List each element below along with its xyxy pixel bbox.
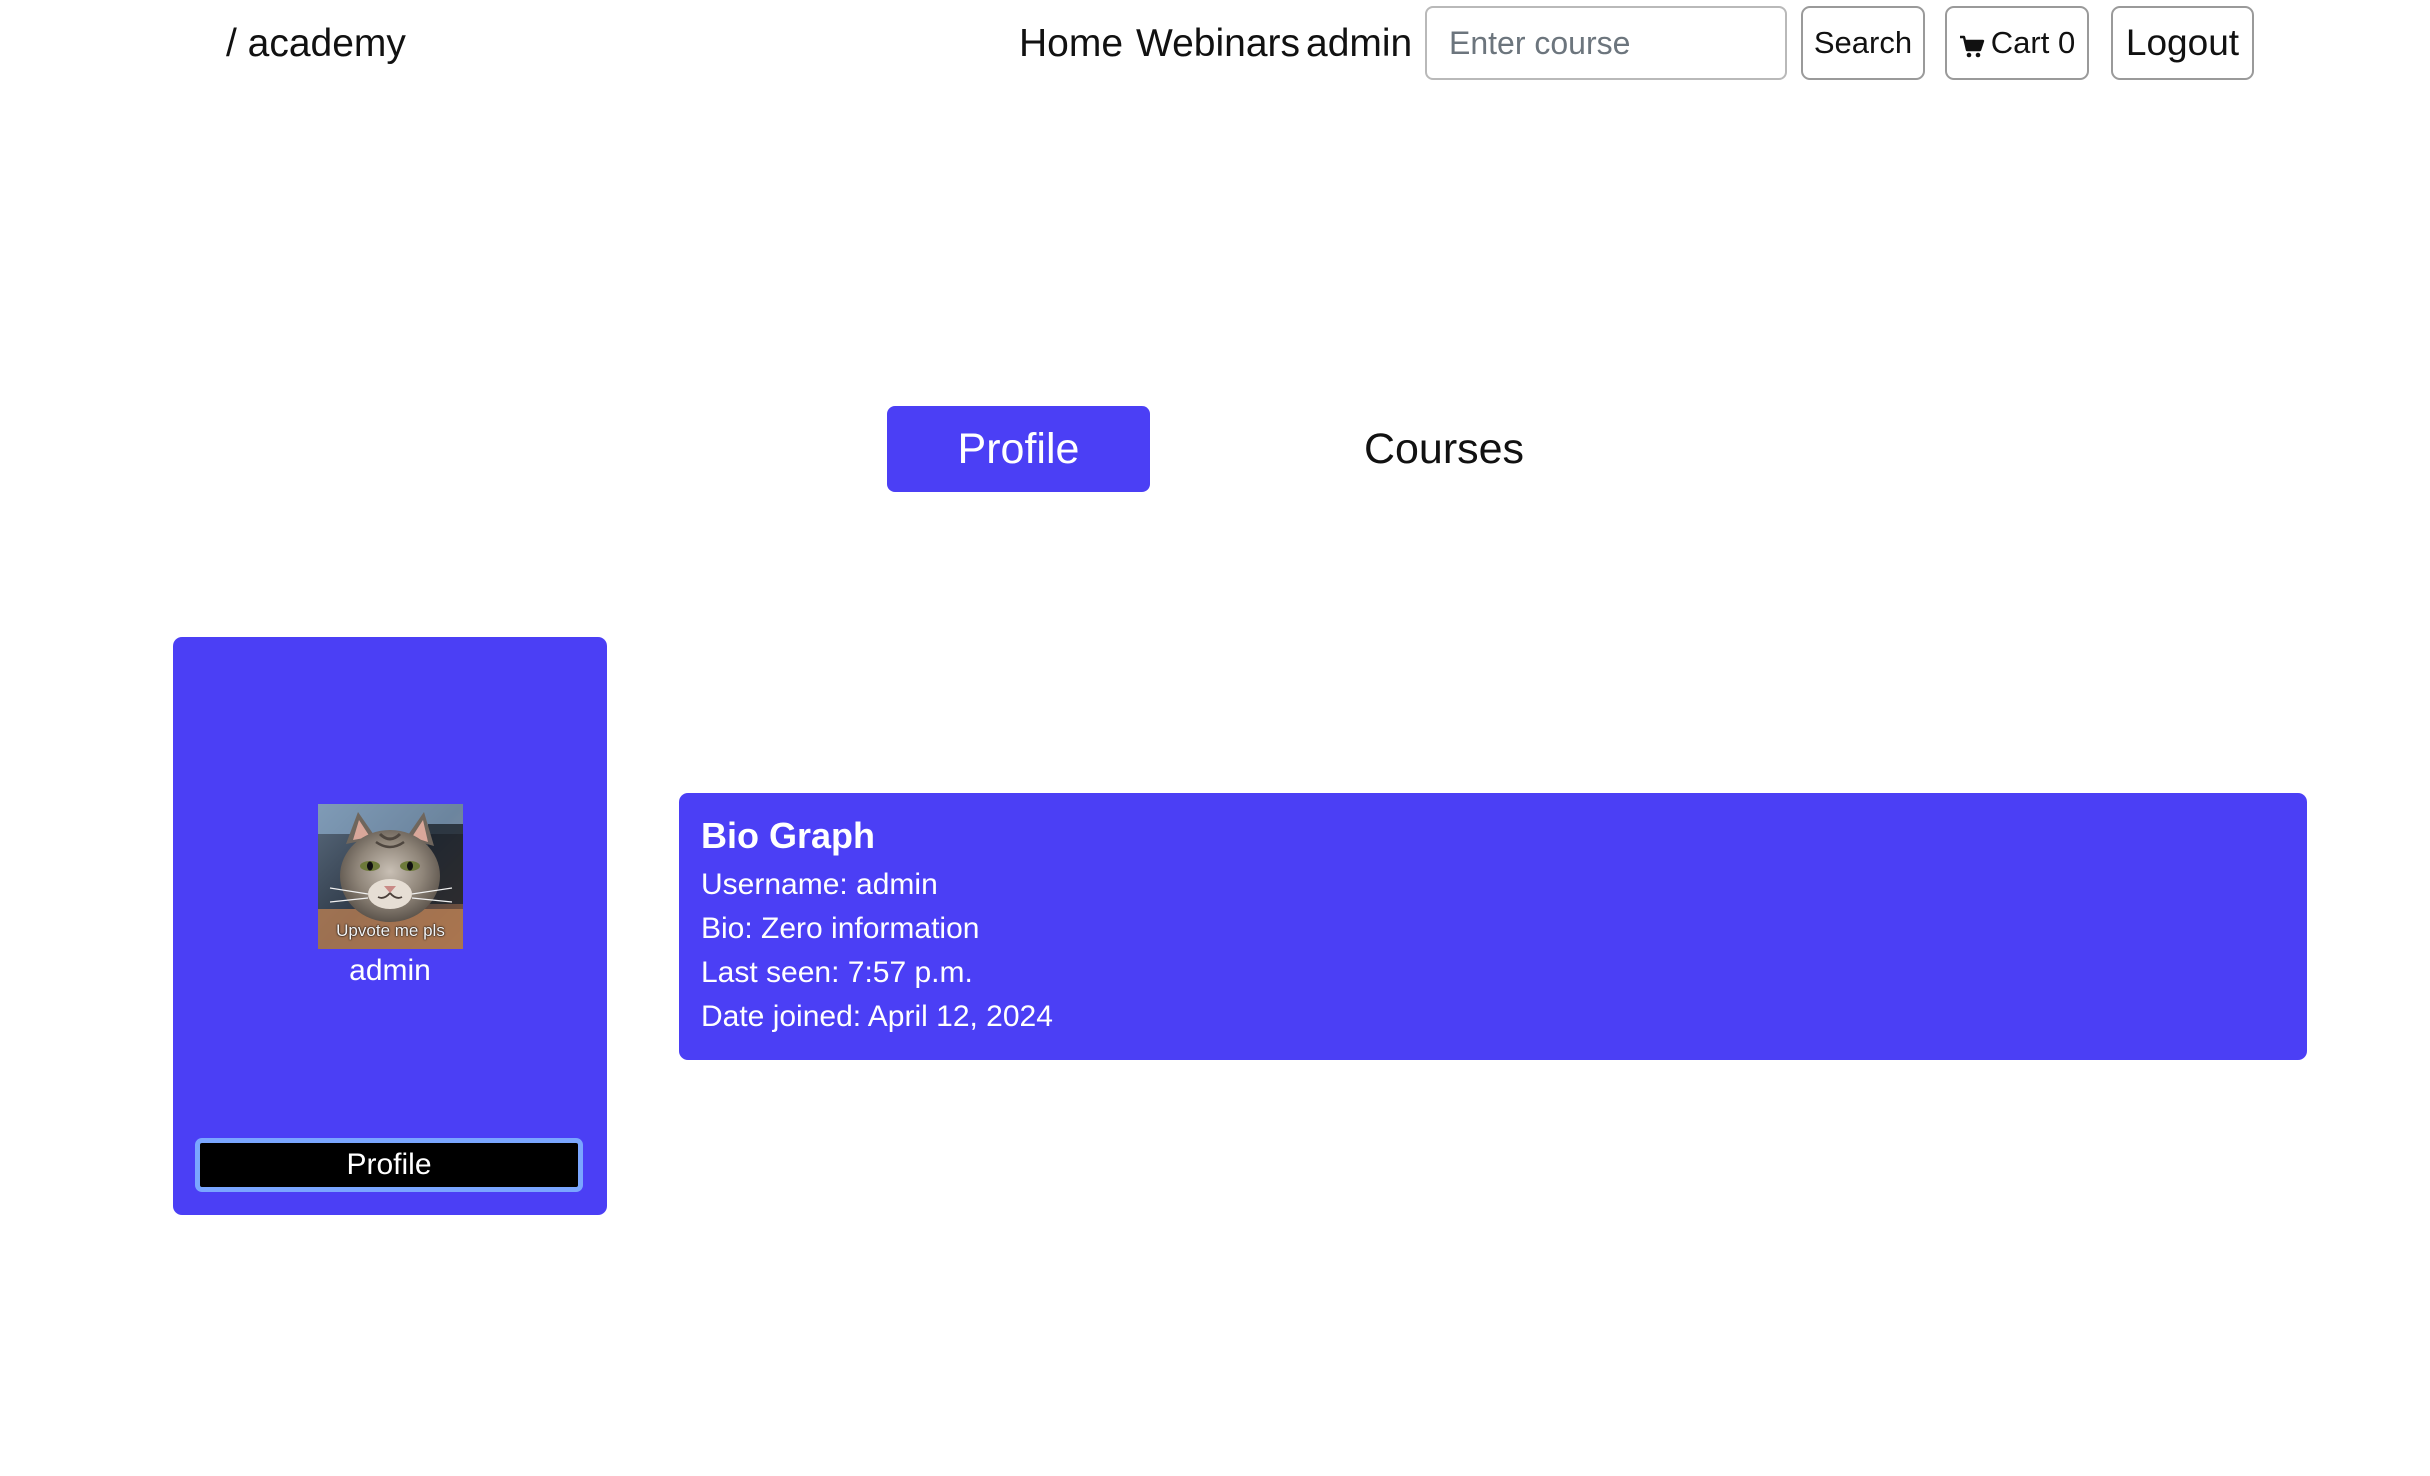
logout-label: Logout <box>2125 22 2240 63</box>
avatar: Upvote me pls <box>318 804 463 949</box>
card-profile-button-label: Profile <box>346 1148 432 1181</box>
bio-title: Bio Graph <box>701 815 876 856</box>
logout-button[interactable]: Logout <box>2111 6 2254 80</box>
avatar-caption: Upvote me pls <box>336 921 445 940</box>
bio-text: Bio: Zero information <box>701 912 980 945</box>
tab-profile[interactable]: Profile <box>887 406 1150 492</box>
cart-label: Cart 0 <box>1990 25 2076 60</box>
search-button[interactable]: Search <box>1801 6 1925 80</box>
nav-admin-link[interactable]: admin <box>1306 18 1412 70</box>
cart-button[interactable]: Cart 0 <box>1945 6 2089 80</box>
tab-courses[interactable]: Courses <box>1340 406 1548 492</box>
tab-courses-label: Courses <box>1363 424 1525 473</box>
cart-icon <box>1959 31 1985 58</box>
bio-username: Username: admin <box>701 868 938 901</box>
top-navbar: / academy Home Webinars admin Search Car… <box>0 0 2430 90</box>
tab-profile-label: Profile <box>957 424 1080 473</box>
nav-home-link[interactable]: Home <box>1019 18 1123 70</box>
bio-graph-panel: Bio Graph Username: admin Bio: Zero info… <box>679 793 2307 1060</box>
profile-card: Upvote me pls admin Profile <box>173 637 607 1215</box>
nav-webinars-link[interactable]: Webinars <box>1136 18 1300 70</box>
search-button-label: Search <box>1813 25 1913 60</box>
brand-logo[interactable]: / academy <box>226 18 406 70</box>
bio-last-seen: Last seen: 7:57 p.m. <box>701 956 973 989</box>
card-profile-button[interactable]: Profile <box>195 1138 583 1192</box>
bio-date-joined: Date joined: April 12, 2024 <box>701 1000 1053 1033</box>
search-input[interactable] <box>1425 6 1787 80</box>
card-username: admin <box>349 954 431 987</box>
